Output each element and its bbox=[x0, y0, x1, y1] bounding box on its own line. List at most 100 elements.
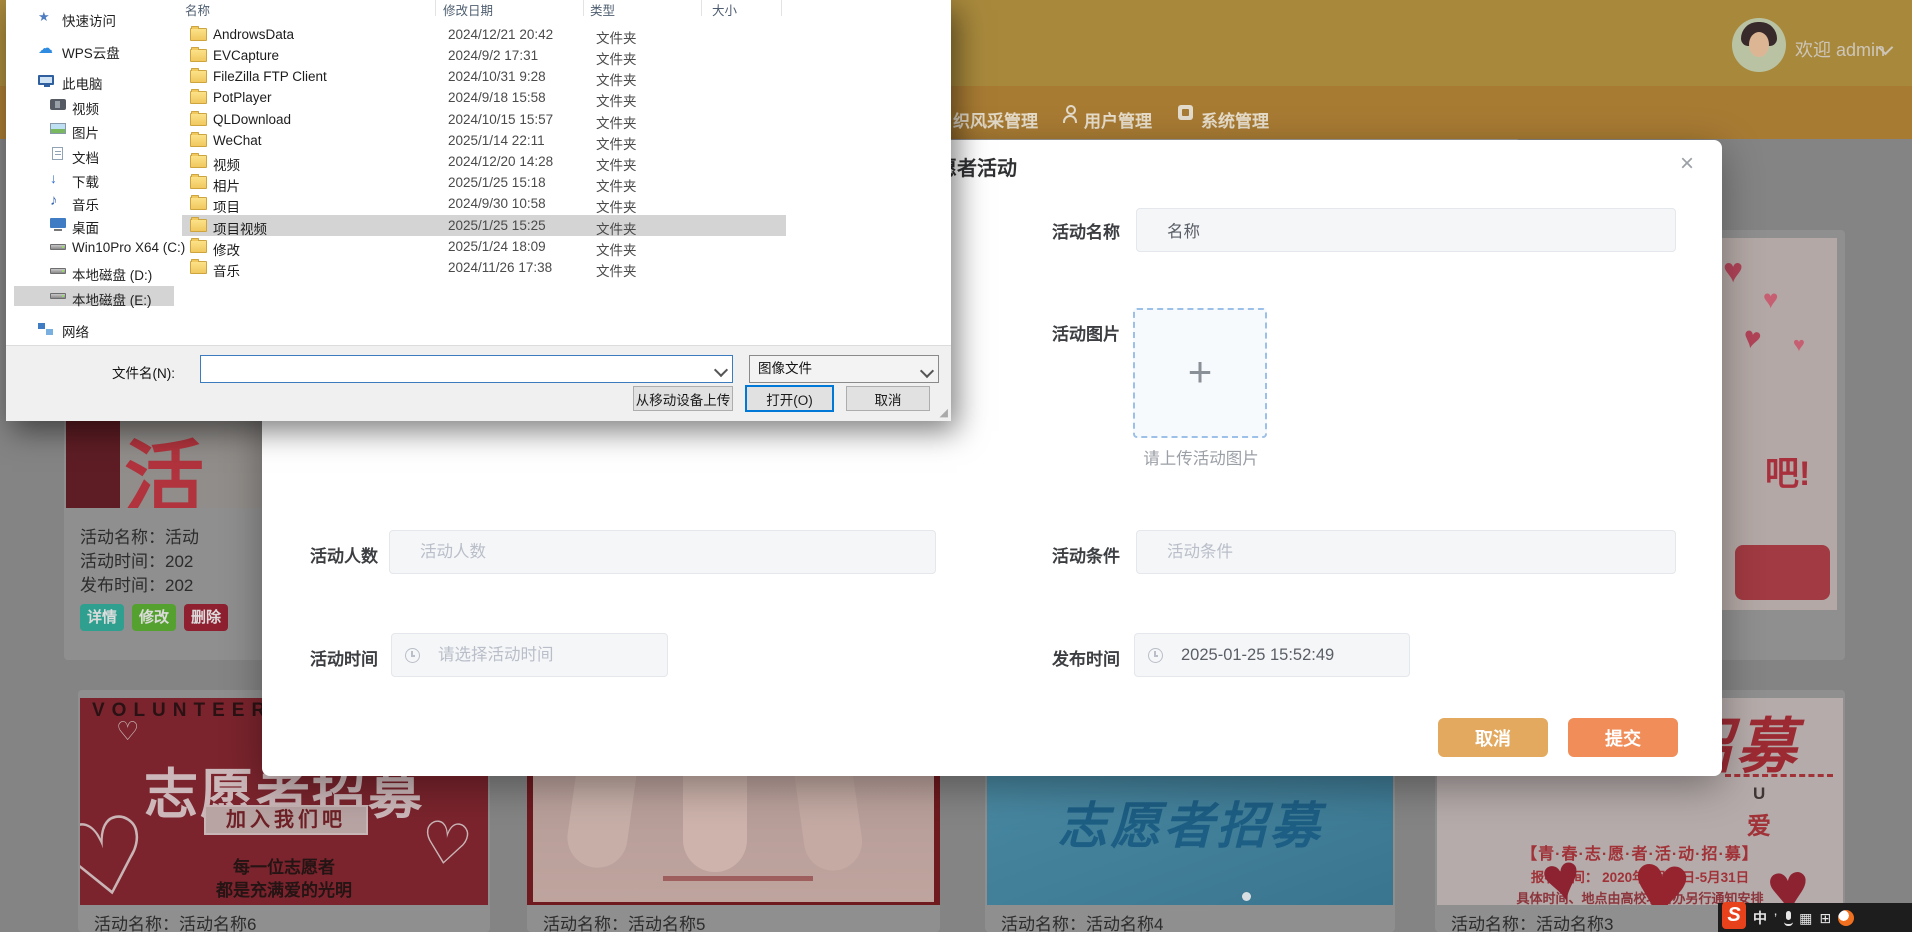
mobile-upload-button[interactable]: 从移动设备上传 bbox=[633, 386, 733, 411]
folder-icon bbox=[190, 195, 207, 210]
file-type: 文件夹 bbox=[596, 179, 637, 194]
file-row[interactable]: PotPlayer 2024/9/18 15:58 文件夹 bbox=[182, 87, 786, 109]
file-row[interactable]: WeChat 2025/1/14 22:11 文件夹 bbox=[182, 130, 786, 152]
heart-icon bbox=[1763, 284, 1778, 315]
resize-grip[interactable]: ◢ bbox=[940, 406, 948, 419]
filename-input[interactable] bbox=[200, 355, 733, 383]
file-row[interactable]: EVCapture 2024/9/2 17:31 文件夹 bbox=[182, 45, 786, 67]
submit-button[interactable]: 提交 bbox=[1568, 718, 1678, 757]
file-name: WeChat bbox=[213, 133, 262, 148]
activity-people-input[interactable] bbox=[389, 530, 936, 574]
sidebar-item-drive-c[interactable]: Win10Pro X64 (C:) bbox=[14, 237, 185, 257]
sidebar-label: 此电脑 bbox=[62, 77, 103, 92]
image-upload-box[interactable]: + bbox=[1133, 308, 1267, 438]
column-separator bbox=[435, 0, 436, 16]
heart-outline-icon bbox=[416, 807, 477, 882]
nav-item-fengcai[interactable]: 织风采管理 bbox=[953, 107, 1038, 132]
sidebar-item-drive-d[interactable]: 本地磁盘 (D:) bbox=[14, 261, 174, 283]
card-line-publish: 发布时间：202 bbox=[80, 576, 194, 595]
clock-icon bbox=[405, 648, 420, 663]
column-separator bbox=[583, 0, 584, 16]
sidebar-item-desktop[interactable]: 桌面 bbox=[14, 214, 174, 236]
card-title: 活动名称：活动名称3 bbox=[1451, 915, 1614, 932]
punctuation-icon[interactable]: ’ bbox=[1774, 910, 1777, 926]
file-row[interactable]: FileZilla FTP Client 2024/10/31 9:28 文件夹 bbox=[182, 66, 786, 88]
sidebar-label: WPS云盘 bbox=[62, 46, 120, 61]
avatar[interactable] bbox=[1732, 18, 1786, 72]
column-header-size[interactable]: 大小 bbox=[712, 0, 737, 18]
file-row[interactable]: QLDownload 2024/10/15 15:57 文件夹 bbox=[182, 109, 786, 131]
browser-tray-icon[interactable] bbox=[1838, 909, 1855, 926]
file-name: 相片 bbox=[213, 179, 240, 194]
welcome-text[interactable]: 欢迎 admin bbox=[1795, 36, 1885, 62]
file-type: 文件夹 bbox=[596, 31, 637, 46]
card-title: 活动名称：活动名称4 bbox=[1001, 915, 1164, 932]
open-button[interactable]: 打开(O) bbox=[745, 385, 834, 412]
file-name: PotPlayer bbox=[213, 90, 272, 105]
microphone-icon[interactable] bbox=[1784, 910, 1794, 926]
activity-time-input[interactable] bbox=[391, 633, 668, 677]
dialog-cancel-button[interactable]: 取消 bbox=[846, 386, 930, 411]
sidebar-label: 音乐 bbox=[72, 198, 99, 213]
heart-icon bbox=[1626, 827, 1696, 905]
sidebar-item-pictures[interactable]: 图片 bbox=[14, 119, 174, 141]
sidebar-item-videos[interactable]: 视频 bbox=[14, 95, 174, 117]
sidebar-item-downloads[interactable]: 下载 bbox=[14, 168, 174, 190]
file-type: 文件夹 bbox=[596, 158, 637, 173]
file-row[interactable]: 视频 2024/12/20 14:28 文件夹 bbox=[182, 151, 786, 173]
sidebar-item-drive-e[interactable]: 本地磁盘 (E:) bbox=[14, 286, 174, 308]
file-row-selected[interactable]: 项目视频 2025/1/25 15:25 文件夹 bbox=[182, 215, 786, 237]
detail-button[interactable]: 详情 bbox=[80, 604, 124, 631]
sidebar-item-wps-cloud[interactable]: WPS云盘 bbox=[14, 39, 174, 61]
sidebar-item-network[interactable]: 网络 bbox=[14, 318, 174, 340]
sidebar-label: 本地磁盘 (D:) bbox=[72, 268, 153, 283]
file-name: AndrowsData bbox=[213, 27, 295, 42]
publish-time-input[interactable] bbox=[1134, 633, 1410, 677]
folder-icon bbox=[190, 259, 207, 274]
delete-button[interactable]: 删除 bbox=[184, 604, 228, 631]
picture-icon bbox=[50, 123, 66, 134]
file-name: 修改 bbox=[213, 243, 240, 258]
sidebar-label: 本地磁盘 (E:) bbox=[72, 293, 152, 308]
poster-badge: 加入我们吧 bbox=[204, 805, 368, 835]
music-icon bbox=[50, 194, 66, 208]
sidebar-item-quick-access[interactable]: 快速访问 bbox=[14, 7, 174, 29]
file-type: 文件夹 bbox=[596, 94, 637, 109]
ime-toolbar: S 中 ’ ▦ ⊞ bbox=[1718, 902, 1912, 932]
activity-condition-input[interactable] bbox=[1136, 530, 1676, 574]
download-icon bbox=[50, 171, 66, 185]
plus-icon: + bbox=[1187, 348, 1213, 395]
file-row[interactable]: 项目 2024/9/30 10:58 文件夹 bbox=[182, 193, 786, 215]
file-date: 2025/1/14 22:11 bbox=[448, 133, 545, 148]
column-separator bbox=[701, 0, 702, 16]
filetype-select[interactable]: 图像文件 bbox=[749, 355, 939, 383]
edit-button[interactable]: 修改 bbox=[132, 604, 176, 631]
language-mode-icon[interactable]: 中 bbox=[1753, 910, 1767, 926]
sidebar-item-this-pc[interactable]: 此电脑 bbox=[14, 70, 174, 92]
star-icon bbox=[38, 10, 54, 24]
sogou-input-icon[interactable]: S bbox=[1722, 902, 1746, 929]
column-header-date[interactable]: 修改日期 bbox=[443, 0, 493, 18]
nav-item-system-management[interactable]: 系统管理 bbox=[1201, 107, 1269, 132]
sidebar-item-music[interactable]: 音乐 bbox=[14, 191, 174, 213]
cancel-button[interactable]: 取消 bbox=[1438, 718, 1548, 757]
column-header-type[interactable]: 类型 bbox=[590, 0, 615, 18]
file-type: 文件夹 bbox=[596, 264, 637, 279]
file-row[interactable]: AndrowsData 2024/12/21 20:42 文件夹 bbox=[182, 24, 786, 46]
sidebar-label: Win10Pro X64 (C:) bbox=[72, 240, 186, 255]
file-row[interactable]: 音乐 2024/11/26 17:38 文件夹 bbox=[182, 257, 786, 279]
activity-name-input[interactable] bbox=[1136, 208, 1676, 252]
nav-item-user-management[interactable]: 用户管理 bbox=[1084, 107, 1152, 132]
file-row[interactable]: 修改 2025/1/24 18:09 文件夹 bbox=[182, 236, 786, 258]
column-header-name[interactable]: 名称 bbox=[185, 0, 210, 18]
file-row[interactable]: 相片 2025/1/25 15:18 文件夹 bbox=[182, 172, 786, 194]
skin-icon[interactable]: ⊞ bbox=[1819, 910, 1831, 926]
file-name: 项目视频 bbox=[213, 222, 267, 237]
sidebar-label: 文档 bbox=[72, 151, 99, 166]
sidebar-item-documents[interactable]: 文档 bbox=[14, 144, 174, 166]
drive-icon bbox=[50, 244, 66, 250]
card-line-name: 活动名称：活动 bbox=[80, 528, 199, 547]
close-icon[interactable]: × bbox=[1680, 152, 1694, 176]
keyboard-icon[interactable]: ▦ bbox=[1799, 910, 1812, 926]
folder-icon bbox=[190, 132, 207, 147]
